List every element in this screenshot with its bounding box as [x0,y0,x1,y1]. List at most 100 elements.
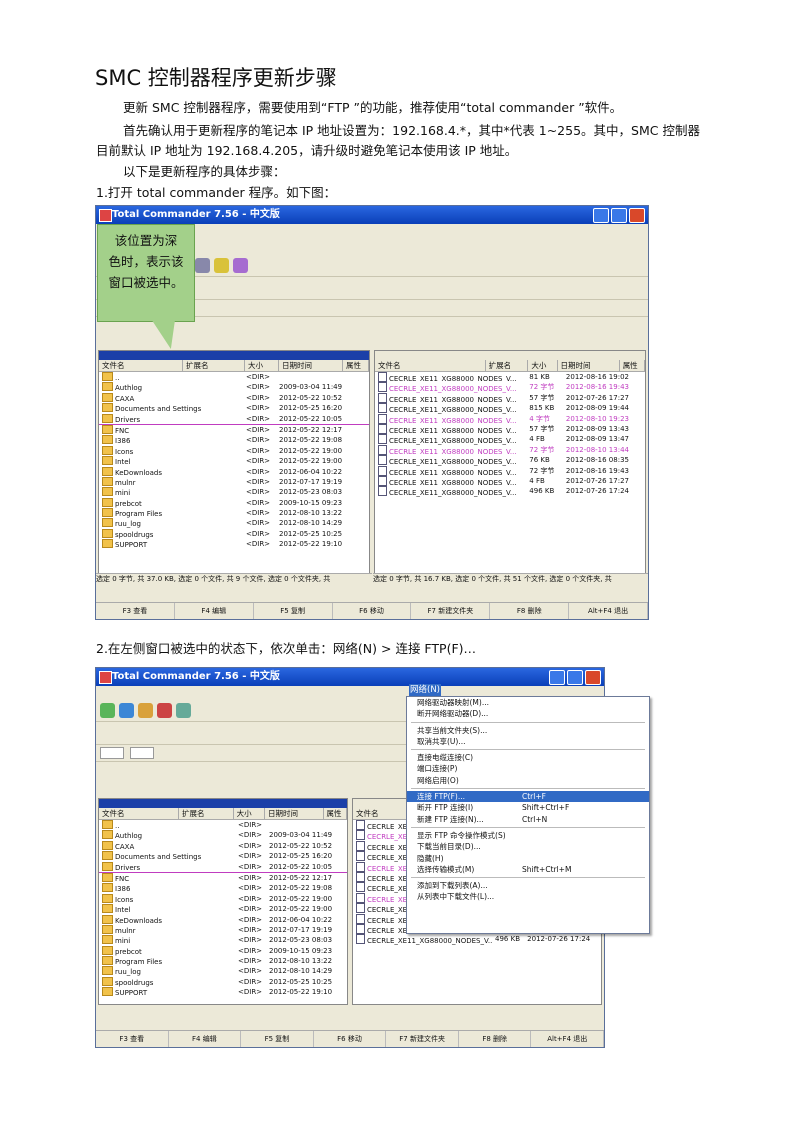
file-row[interactable]: .. <DIR> [99,820,347,830]
function-key-button[interactable]: F7 新建文件夹 [386,1031,459,1047]
menu-item[interactable]: 添加到下载列表(A)... [407,880,649,891]
close-icon[interactable] [585,670,601,685]
network-menu[interactable]: 网络(N) [409,684,441,696]
file-row[interactable]: CECRLE_XE11_XG88000_NODES_V...72 字节 2012-… [375,444,645,455]
minimize-icon[interactable] [549,670,565,685]
file-row[interactable]: prebcot <DIR> 2009-10-15 09:23 [99,497,369,508]
file-row[interactable]: CAXA <DIR> 2012-05-22 10:52 [99,840,347,851]
file-row[interactable]: CECRLE_XE11_XG88000_NODES_V...4 字节 2012-0… [375,413,645,424]
maximize-icon[interactable] [611,208,627,223]
refresh-icon[interactable] [100,702,115,718]
left-panel[interactable]: 文件名 扩展名 大小 日期时间 属性 .. <DIR> Authlog <DIR> 2009-0… [98,350,370,575]
file-row[interactable]: Documents and Settings <DIR> 2012-05-25 16… [99,851,347,861]
function-key-button[interactable]: F7 新建文件夹 [411,603,491,619]
file-row[interactable]: Icons <DIR> 2012-05-22 19:00 [99,445,369,456]
menu-item[interactable]: 共享当前文件夹(S)... [407,725,649,736]
function-key-button[interactable]: Alt+F4 退出 [531,1031,604,1047]
file-row[interactable]: I386 <DIR> 2012-05-22 19:08 [99,435,369,445]
file-row[interactable]: I386 <DIR> 2012-05-22 19:08 [99,883,347,893]
menu-item[interactable]: 断开网络驱动器(D)... [407,708,649,719]
file-row[interactable]: CECRLE_XE11_XG88000_NODES_V... 496 KB 2012… [375,486,645,497]
file-row[interactable]: mini <DIR> 2012-05-23 08:03 [99,487,369,497]
menu-item[interactable]: 选择传输模式(M) Shift+Ctrl+M [407,864,649,875]
file-row[interactable]: Icons <DIR> 2012-05-22 19:00 [99,893,347,904]
file-row[interactable]: KeDownloads <DIR> 2012-06-04 10:22 [99,914,347,925]
file-row[interactable]: mini <DIR> 2012-05-23 08:03 [99,935,347,945]
file-row[interactable]: CECRLE_XE11_XG88000_NODES_V...72 字节 2012-… [375,465,645,476]
search-icon[interactable] [138,702,153,718]
file-row[interactable]: CECRLE_XE11_XG88000_NODES_V...72 字节 2012-… [375,382,645,393]
function-key-button[interactable]: F3 查看 [96,1031,169,1047]
file-row[interactable]: FNC <DIR> 2012-05-22 12:17 [99,424,369,435]
file-row[interactable]: KeDownloads <DIR> 2012-06-04 10:22 [99,466,369,477]
command-line[interactable] [96,586,648,598]
file-row[interactable]: CECRLE_XE11_XG88000_NODES_V...57 字节 2012-… [375,423,645,434]
menu-item[interactable]: 隐藏(H) [407,853,649,864]
ftp-icon[interactable] [195,257,210,273]
left-panel[interactable]: 文件名 扩展名 大小 日期时间 属性 .. <DIR> Authlog <DIR> 2009-0… [98,798,348,1005]
command-line[interactable] [96,1017,604,1029]
right-panel[interactable]: 文件名扩展名大小日期时间属性 CECRLE_XE11_XG88000_NODES… [374,350,646,575]
file-row[interactable]: CAXA <DIR> 2012-05-22 10:52 [99,392,369,403]
file-row[interactable]: .. <DIR> [99,372,369,382]
menu-item[interactable]: 新建 FTP 连接(N)... Ctrl+N [407,814,649,825]
file-row[interactable]: Authlog <DIR> 2009-03-04 11:49 [99,830,347,840]
menu-item[interactable]: 显示 FTP 命令操作模式(S) [407,830,649,841]
file-row[interactable]: CECRLE_XE11_XG88000_NODES_V...4 FB 2012-0… [375,434,645,445]
file-row[interactable]: CECRLE_XE11_XG88000_NODES_V...76 KB 2012-… [375,455,645,466]
file-row[interactable]: ruu_log <DIR> 2012-08-10 14:29 [99,518,369,528]
function-key-button[interactable]: F8 删除 [459,1031,532,1047]
menu-item[interactable]: 直接电缆连接(C) [407,752,649,763]
file-row[interactable]: CECRLE_XE11_XG88000_NODES_V...57 字节 2012-… [375,392,645,403]
drive-c-icon[interactable] [100,747,124,759]
menu-item[interactable]: 连接 FTP(F)... Ctrl+F [407,791,649,803]
sync-icon[interactable] [233,257,248,273]
file-row[interactable]: Authlog <DIR> 2009-03-04 11:49 [99,382,369,392]
function-key-button[interactable]: F5 复制 [241,1031,314,1047]
unpack-icon[interactable] [176,702,191,718]
file-row[interactable]: mulnr <DIR> 2012-07-17 19:19 [99,476,369,487]
menu-item[interactable]: 网络驱动器映射(M)... [407,697,649,708]
maximize-icon[interactable] [567,670,583,685]
minimize-icon[interactable] [593,208,609,223]
file-row[interactable]: Drivers <DIR> 2012-05-22 10:05 [99,861,347,873]
file-row[interactable]: Documents and Settings <DIR> 2012-05-25 16… [99,403,369,413]
function-key-button[interactable]: F6 移动 [333,603,412,619]
file-row[interactable]: SUPPORT <DIR> 2012-05-22 19:10 [99,987,347,997]
file-row[interactable]: CECRLE_XE11_XG88000_NODES_V... 496 KB 2012… [353,934,601,945]
file-row[interactable]: CECRLE_XE11_XG88000_NODES_V...4 FB 2012-0… [375,475,645,486]
file-row[interactable]: FNC <DIR> 2012-05-22 12:17 [99,872,347,883]
file-date: 2012-08-10 14:29 [279,519,343,528]
file-row[interactable]: Drivers <DIR> 2012-05-22 10:05 [99,413,369,425]
pack-icon[interactable] [157,702,172,718]
function-key-button[interactable]: F4 编辑 [175,603,254,619]
menu-item[interactable]: 下载当前目录(D)... [407,841,649,852]
function-key-button[interactable]: F3 查看 [96,603,175,619]
file-row[interactable]: CECRLE_XE11_XG88000_NODES_V...815 KB 2012… [375,403,645,414]
drive-d-icon[interactable] [130,747,154,759]
function-key-button[interactable]: F6 移动 [314,1031,387,1047]
file-row[interactable]: SUPPORT <DIR> 2012-05-22 19:10 [99,539,369,549]
file-row[interactable]: CECRLE_XE11_XG88000_NODES_V...81 KB 2012-… [375,372,645,382]
file-row[interactable]: ruu_log <DIR> 2012-08-10 14:29 [99,966,347,976]
menu-item[interactable]: 断开 FTP 连接(I) Shift+Ctrl+F [407,802,649,813]
file-row[interactable]: mulnr <DIR> 2012-07-17 19:19 [99,924,347,935]
menu-item[interactable]: 网络启用(O) [407,775,649,786]
close-icon[interactable] [629,208,645,223]
function-key-button[interactable]: Alt+F4 退出 [569,603,648,619]
file-row[interactable]: Intel <DIR> 2012-05-22 19:00 [99,456,369,466]
file-row[interactable]: prebcot <DIR> 2009-10-15 09:23 [99,945,347,956]
file-row[interactable]: Intel <DIR> 2012-05-22 19:00 [99,904,347,914]
menu-item[interactable]: 从列表中下载文件(L)... [407,891,649,902]
file-row[interactable]: Program Files <DIR> 2012-08-10 13:22 [99,956,347,966]
notepad-icon[interactable] [214,257,229,273]
menu-item[interactable]: 端口连接(P) [407,763,649,774]
file-row[interactable]: spooldrugs <DIR> 2012-05-25 10:25 [99,528,369,539]
tree-icon[interactable] [119,702,134,718]
function-key-button[interactable]: F4 编辑 [169,1031,242,1047]
menu-item[interactable]: 取消共享(U)... [407,736,649,747]
file-row[interactable]: Program Files <DIR> 2012-08-10 13:22 [99,508,369,518]
file-row[interactable]: spooldrugs <DIR> 2012-05-25 10:25 [99,976,347,987]
function-key-button[interactable]: F8 删除 [490,603,570,619]
function-key-button[interactable]: F5 复制 [254,603,333,619]
